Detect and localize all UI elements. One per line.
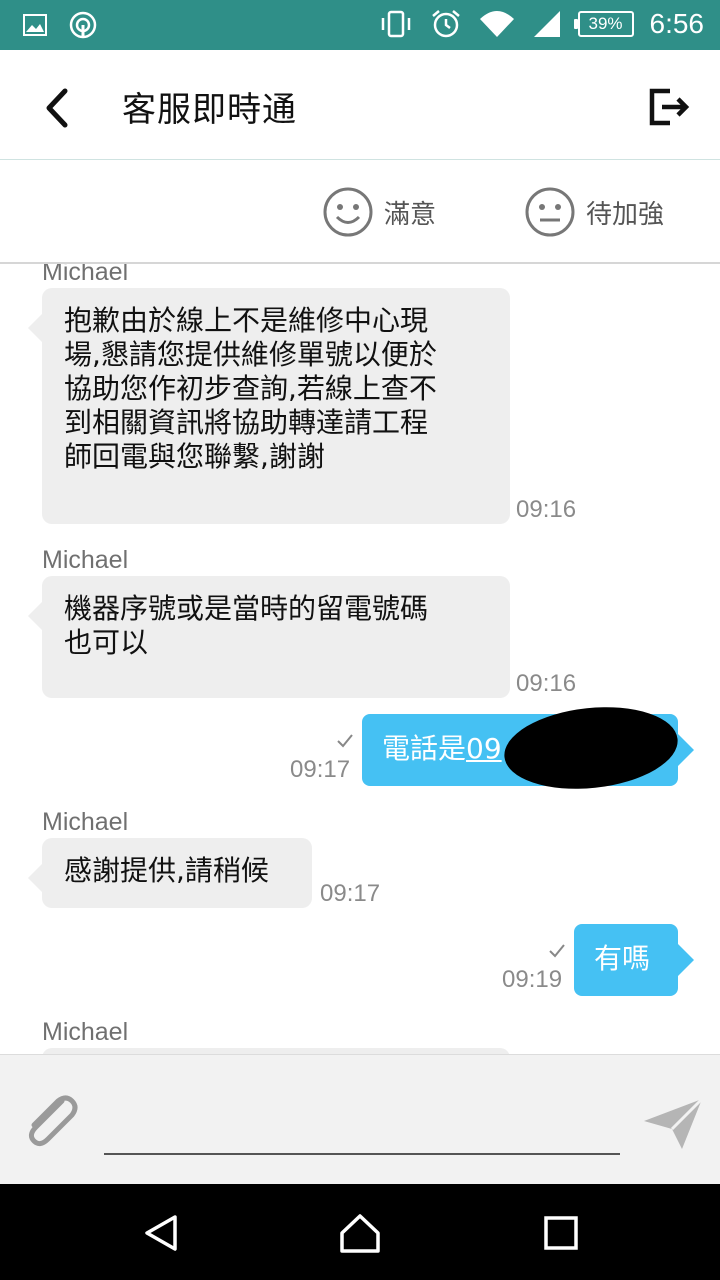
paperclip-icon[interactable] bbox=[16, 1085, 84, 1153]
nav-recents-button[interactable] bbox=[536, 1208, 586, 1258]
home-icon bbox=[340, 1214, 380, 1253]
message-input-bar bbox=[0, 1054, 720, 1184]
check-icon bbox=[337, 734, 353, 748]
sender-name: Michael bbox=[42, 1018, 129, 1046]
message-text: 有嗎 bbox=[594, 942, 651, 975]
message-line: 到相關資訊將協助轉達請工程 bbox=[64, 406, 429, 439]
needs-improvement-button[interactable]: 待加強 bbox=[524, 186, 664, 238]
message-time: 09:17 bbox=[290, 756, 351, 783]
nav-back-button[interactable] bbox=[136, 1208, 186, 1258]
page-title: 客服即時通 bbox=[122, 90, 297, 130]
satisfied-label: 滿意 bbox=[384, 199, 437, 230]
exit-button[interactable] bbox=[642, 82, 698, 132]
message-line: 抱歉由於線上不是維修中心現 bbox=[64, 304, 429, 337]
outgoing-message: 有嗎 bbox=[574, 924, 694, 996]
navigation-bar bbox=[0, 1184, 720, 1280]
message-text: 感謝提供,請稍候 bbox=[64, 854, 269, 887]
message-time: 09:16 bbox=[516, 496, 577, 523]
message-line: 協助您作初步查詢,若線上查不 bbox=[64, 372, 437, 405]
signal-icon bbox=[533, 11, 560, 37]
gallery-icon bbox=[23, 14, 47, 36]
chat-messages[interactable]: Michael 抱歉由於線上不是維修中心現 場,懇請您提供維修單號以便於 協助您… bbox=[0, 264, 720, 1054]
smile-face-icon bbox=[323, 187, 373, 237]
message-time: 09:16 bbox=[516, 670, 577, 697]
back-button[interactable] bbox=[28, 80, 84, 136]
neutral-face-icon bbox=[525, 187, 575, 237]
clock: 6:56 bbox=[649, 8, 705, 39]
vibrate-icon bbox=[381, 10, 410, 38]
message-line: 師回電與您聯繫,謝謝 bbox=[64, 440, 325, 473]
message-text: 電話是 bbox=[382, 732, 467, 765]
message-line: 機器序號或是當時的留電號碼 bbox=[64, 592, 429, 625]
phone-number-link[interactable]: 09 bbox=[466, 732, 502, 765]
app-header: 客服即時通 bbox=[0, 50, 720, 160]
check-icon bbox=[549, 944, 565, 958]
incoming-message: 抱歉由於線上不是維修中心現 場,懇請您提供維修單號以便於 協助您作初步查詢,若線… bbox=[28, 288, 510, 524]
nav-home-button[interactable] bbox=[335, 1208, 385, 1258]
send-icon[interactable] bbox=[640, 1093, 706, 1153]
alarm-icon bbox=[431, 10, 460, 38]
needs-improvement-label: 待加強 bbox=[586, 199, 665, 230]
message-line: 場,懇請您提供維修單號以便於 bbox=[64, 338, 437, 371]
chevron-left-icon bbox=[46, 88, 68, 128]
status-bar: 39% 6:56 bbox=[0, 0, 720, 50]
rating-bar: 滿意 待加強 bbox=[0, 160, 720, 264]
message-time: 09:19 bbox=[502, 966, 563, 993]
incoming-message: 機器序號或是當時的留電號碼 也可以 bbox=[28, 576, 510, 698]
message-input[interactable] bbox=[104, 1103, 620, 1155]
square-recents-icon bbox=[544, 1216, 578, 1250]
satisfied-button[interactable]: 滿意 bbox=[322, 186, 436, 238]
incoming-message: 感謝提供,請稍候 bbox=[28, 838, 312, 908]
sender-name: Michael bbox=[42, 546, 129, 574]
battery-icon: 39% bbox=[573, 11, 634, 37]
triangle-back-icon bbox=[145, 1215, 177, 1251]
sender-name: Michael bbox=[42, 264, 129, 286]
message-time: 09:17 bbox=[320, 880, 381, 907]
message-line: 也可以 bbox=[64, 626, 149, 659]
sender-name: Michael bbox=[42, 808, 129, 836]
cast-icon bbox=[69, 11, 97, 39]
wifi-icon bbox=[479, 11, 514, 37]
exit-icon bbox=[649, 88, 690, 126]
